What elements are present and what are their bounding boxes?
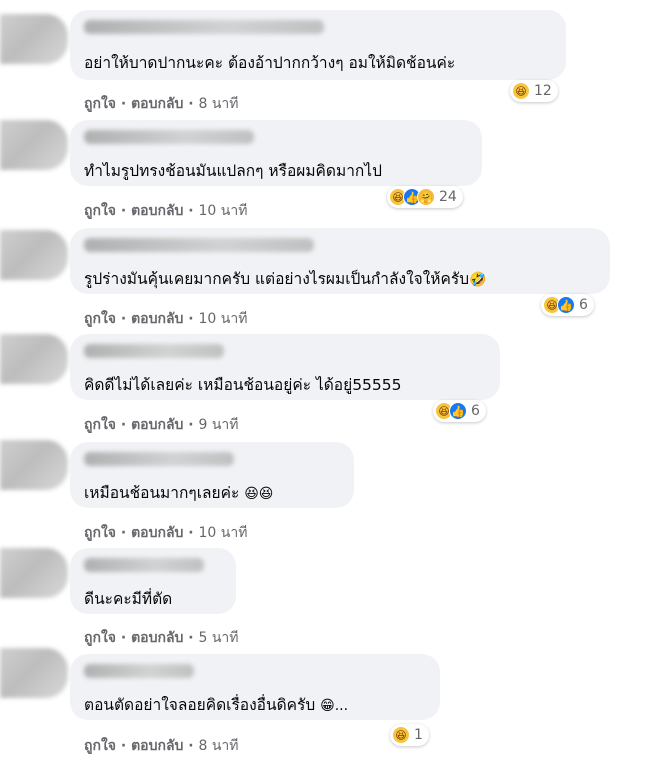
avatar[interactable]: [0, 120, 68, 170]
laughing-emoji-icon: 😆😆: [244, 486, 274, 502]
reply-link[interactable]: ตอบกลับ: [131, 203, 183, 219]
comment-bubble[interactable]: ดีนะคะมีที่ตัด: [70, 548, 236, 614]
reaction-count: 6: [471, 403, 480, 419]
reaction-count: 6: [579, 297, 588, 313]
author-name-blurred[interactable]: [84, 664, 194, 678]
comment-bubble[interactable]: คิดดีไม่ได้เลยค่ะ เหมือนช้อนอยู่ค่ะ ได้อ…: [70, 334, 500, 400]
like-link[interactable]: ถูกใจ: [84, 525, 116, 541]
reaction-summary[interactable]: 😆 👍 6: [433, 400, 486, 422]
reply-link[interactable]: ตอบกลับ: [131, 525, 183, 541]
comment-meta: ถูกใจ · ตอบกลับ · 9 นาที: [84, 417, 239, 433]
timestamp[interactable]: 10 นาที: [199, 203, 248, 219]
comment-meta: ถูกใจ · ตอบกลับ · 8 นาที: [84, 96, 239, 112]
author-name-blurred[interactable]: [84, 558, 204, 572]
rofl-emoji-icon: 🤣: [469, 272, 487, 288]
comment-text: เหมือนช้อนมากๆเลยค่ะ 😆😆: [84, 484, 274, 502]
comment-text: ทำไมรูปทรงช้อนมันแปลกๆ หรือผมคิดมากไป: [84, 162, 382, 180]
reaction-count: 1: [414, 727, 423, 743]
like-link[interactable]: ถูกใจ: [84, 311, 116, 327]
like-reaction-icon: 👍: [449, 402, 467, 420]
author-name-blurred[interactable]: [84, 130, 254, 144]
reaction-count: 12: [534, 83, 552, 99]
grin-emoji-icon: 😁...: [320, 698, 349, 714]
avatar[interactable]: [0, 334, 68, 384]
comment-bubble[interactable]: ทำไมรูปทรงช้อนมันแปลกๆ หรือผมคิดมากไป: [70, 120, 482, 186]
avatar[interactable]: [0, 648, 68, 698]
care-reaction-icon: 🤗: [417, 188, 435, 206]
author-name-blurred[interactable]: [84, 238, 314, 252]
haha-reaction-icon: 😆: [512, 82, 530, 100]
like-link[interactable]: ถูกใจ: [84, 203, 116, 219]
avatar[interactable]: [0, 548, 68, 598]
author-name-blurred[interactable]: [84, 452, 234, 466]
author-name-blurred[interactable]: [84, 20, 324, 34]
reaction-count: 24: [439, 189, 457, 205]
reaction-summary[interactable]: 😆 1: [390, 724, 429, 746]
like-link[interactable]: ถูกใจ: [84, 630, 116, 646]
comment-text: ดีนะคะมีที่ตัด: [84, 590, 173, 608]
timestamp[interactable]: 8 นาที: [199, 738, 239, 754]
comment-meta: ถูกใจ · ตอบกลับ · 8 นาที: [84, 738, 239, 754]
comment-meta: ถูกใจ · ตอบกลับ · 5 นาที: [84, 630, 239, 646]
comment-meta: ถูกใจ · ตอบกลับ · 10 นาที: [84, 525, 248, 541]
comment-text: คิดดีไม่ได้เลยค่ะ เหมือนช้อนอยู่ค่ะ ได้อ…: [84, 376, 402, 394]
reply-link[interactable]: ตอบกลับ: [131, 738, 183, 754]
reply-link[interactable]: ตอบกลับ: [131, 630, 183, 646]
timestamp[interactable]: 9 นาที: [199, 417, 239, 433]
like-link[interactable]: ถูกใจ: [84, 96, 116, 112]
reaction-summary[interactable]: 😆 12: [510, 80, 558, 102]
comment-text: ตอนตัดอย่าใจลอยคิดเรื่องอื่นดิครับ 😁...: [84, 696, 349, 714]
timestamp[interactable]: 10 นาที: [199, 311, 248, 327]
avatar[interactable]: [0, 230, 68, 280]
comment-bubble[interactable]: รูปร่างมันคุ้นเคยมากครับ แต่อย่างไรผมเป็…: [70, 228, 610, 294]
comment-bubble[interactable]: อย่าให้บาดปากนะคะ ต้องอ้าปากกว้างๆ อมให้…: [70, 10, 566, 80]
like-link[interactable]: ถูกใจ: [84, 417, 116, 433]
timestamp[interactable]: 8 นาที: [199, 96, 239, 112]
reaction-summary[interactable]: 😆 👍 🤗 24: [387, 186, 463, 208]
avatar[interactable]: [0, 440, 68, 490]
like-link[interactable]: ถูกใจ: [84, 738, 116, 754]
comment-text: รูปร่างมันคุ้นเคยมากครับ แต่อย่างไรผมเป็…: [84, 270, 487, 288]
timestamp[interactable]: 10 นาที: [199, 525, 248, 541]
reply-link[interactable]: ตอบกลับ: [131, 96, 183, 112]
comment-meta: ถูกใจ · ตอบกลับ · 10 นาที: [84, 203, 248, 219]
haha-reaction-icon: 😆: [392, 726, 410, 744]
comment-bubble[interactable]: ตอนตัดอย่าใจลอยคิดเรื่องอื่นดิครับ 😁...: [70, 654, 440, 720]
comment-text: อย่าให้บาดปากนะคะ ต้องอ้าปากกว้างๆ อมให้…: [84, 54, 456, 72]
like-reaction-icon: 👍: [557, 296, 575, 314]
avatar[interactable]: [0, 14, 68, 64]
reply-link[interactable]: ตอบกลับ: [131, 311, 183, 327]
timestamp[interactable]: 5 นาที: [199, 630, 239, 646]
reaction-summary[interactable]: 😆 👍 6: [541, 294, 594, 316]
author-name-blurred[interactable]: [84, 344, 224, 358]
comment-bubble[interactable]: เหมือนช้อนมากๆเลยค่ะ 😆😆: [70, 442, 354, 508]
reply-link[interactable]: ตอบกลับ: [131, 417, 183, 433]
comment-meta: ถูกใจ · ตอบกลับ · 10 นาที: [84, 311, 248, 327]
